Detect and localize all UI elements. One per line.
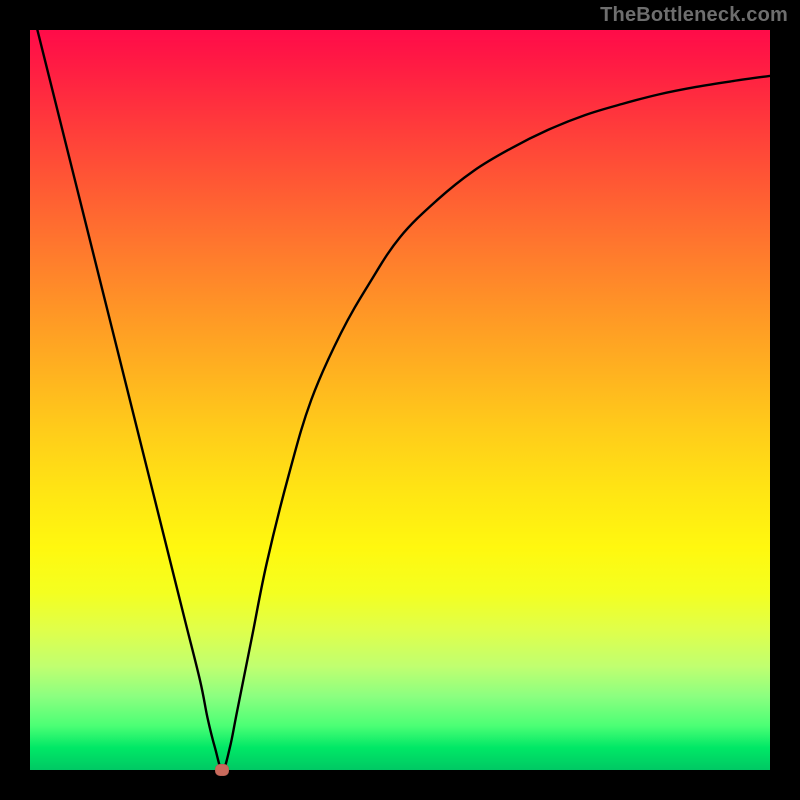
- chart-frame: TheBottleneck.com: [0, 0, 800, 800]
- plot-area: [30, 30, 770, 770]
- watermark-text: TheBottleneck.com: [600, 4, 788, 27]
- curve-svg: [30, 30, 770, 770]
- bottleneck-curve: [37, 30, 770, 770]
- minimum-marker: [215, 764, 229, 776]
